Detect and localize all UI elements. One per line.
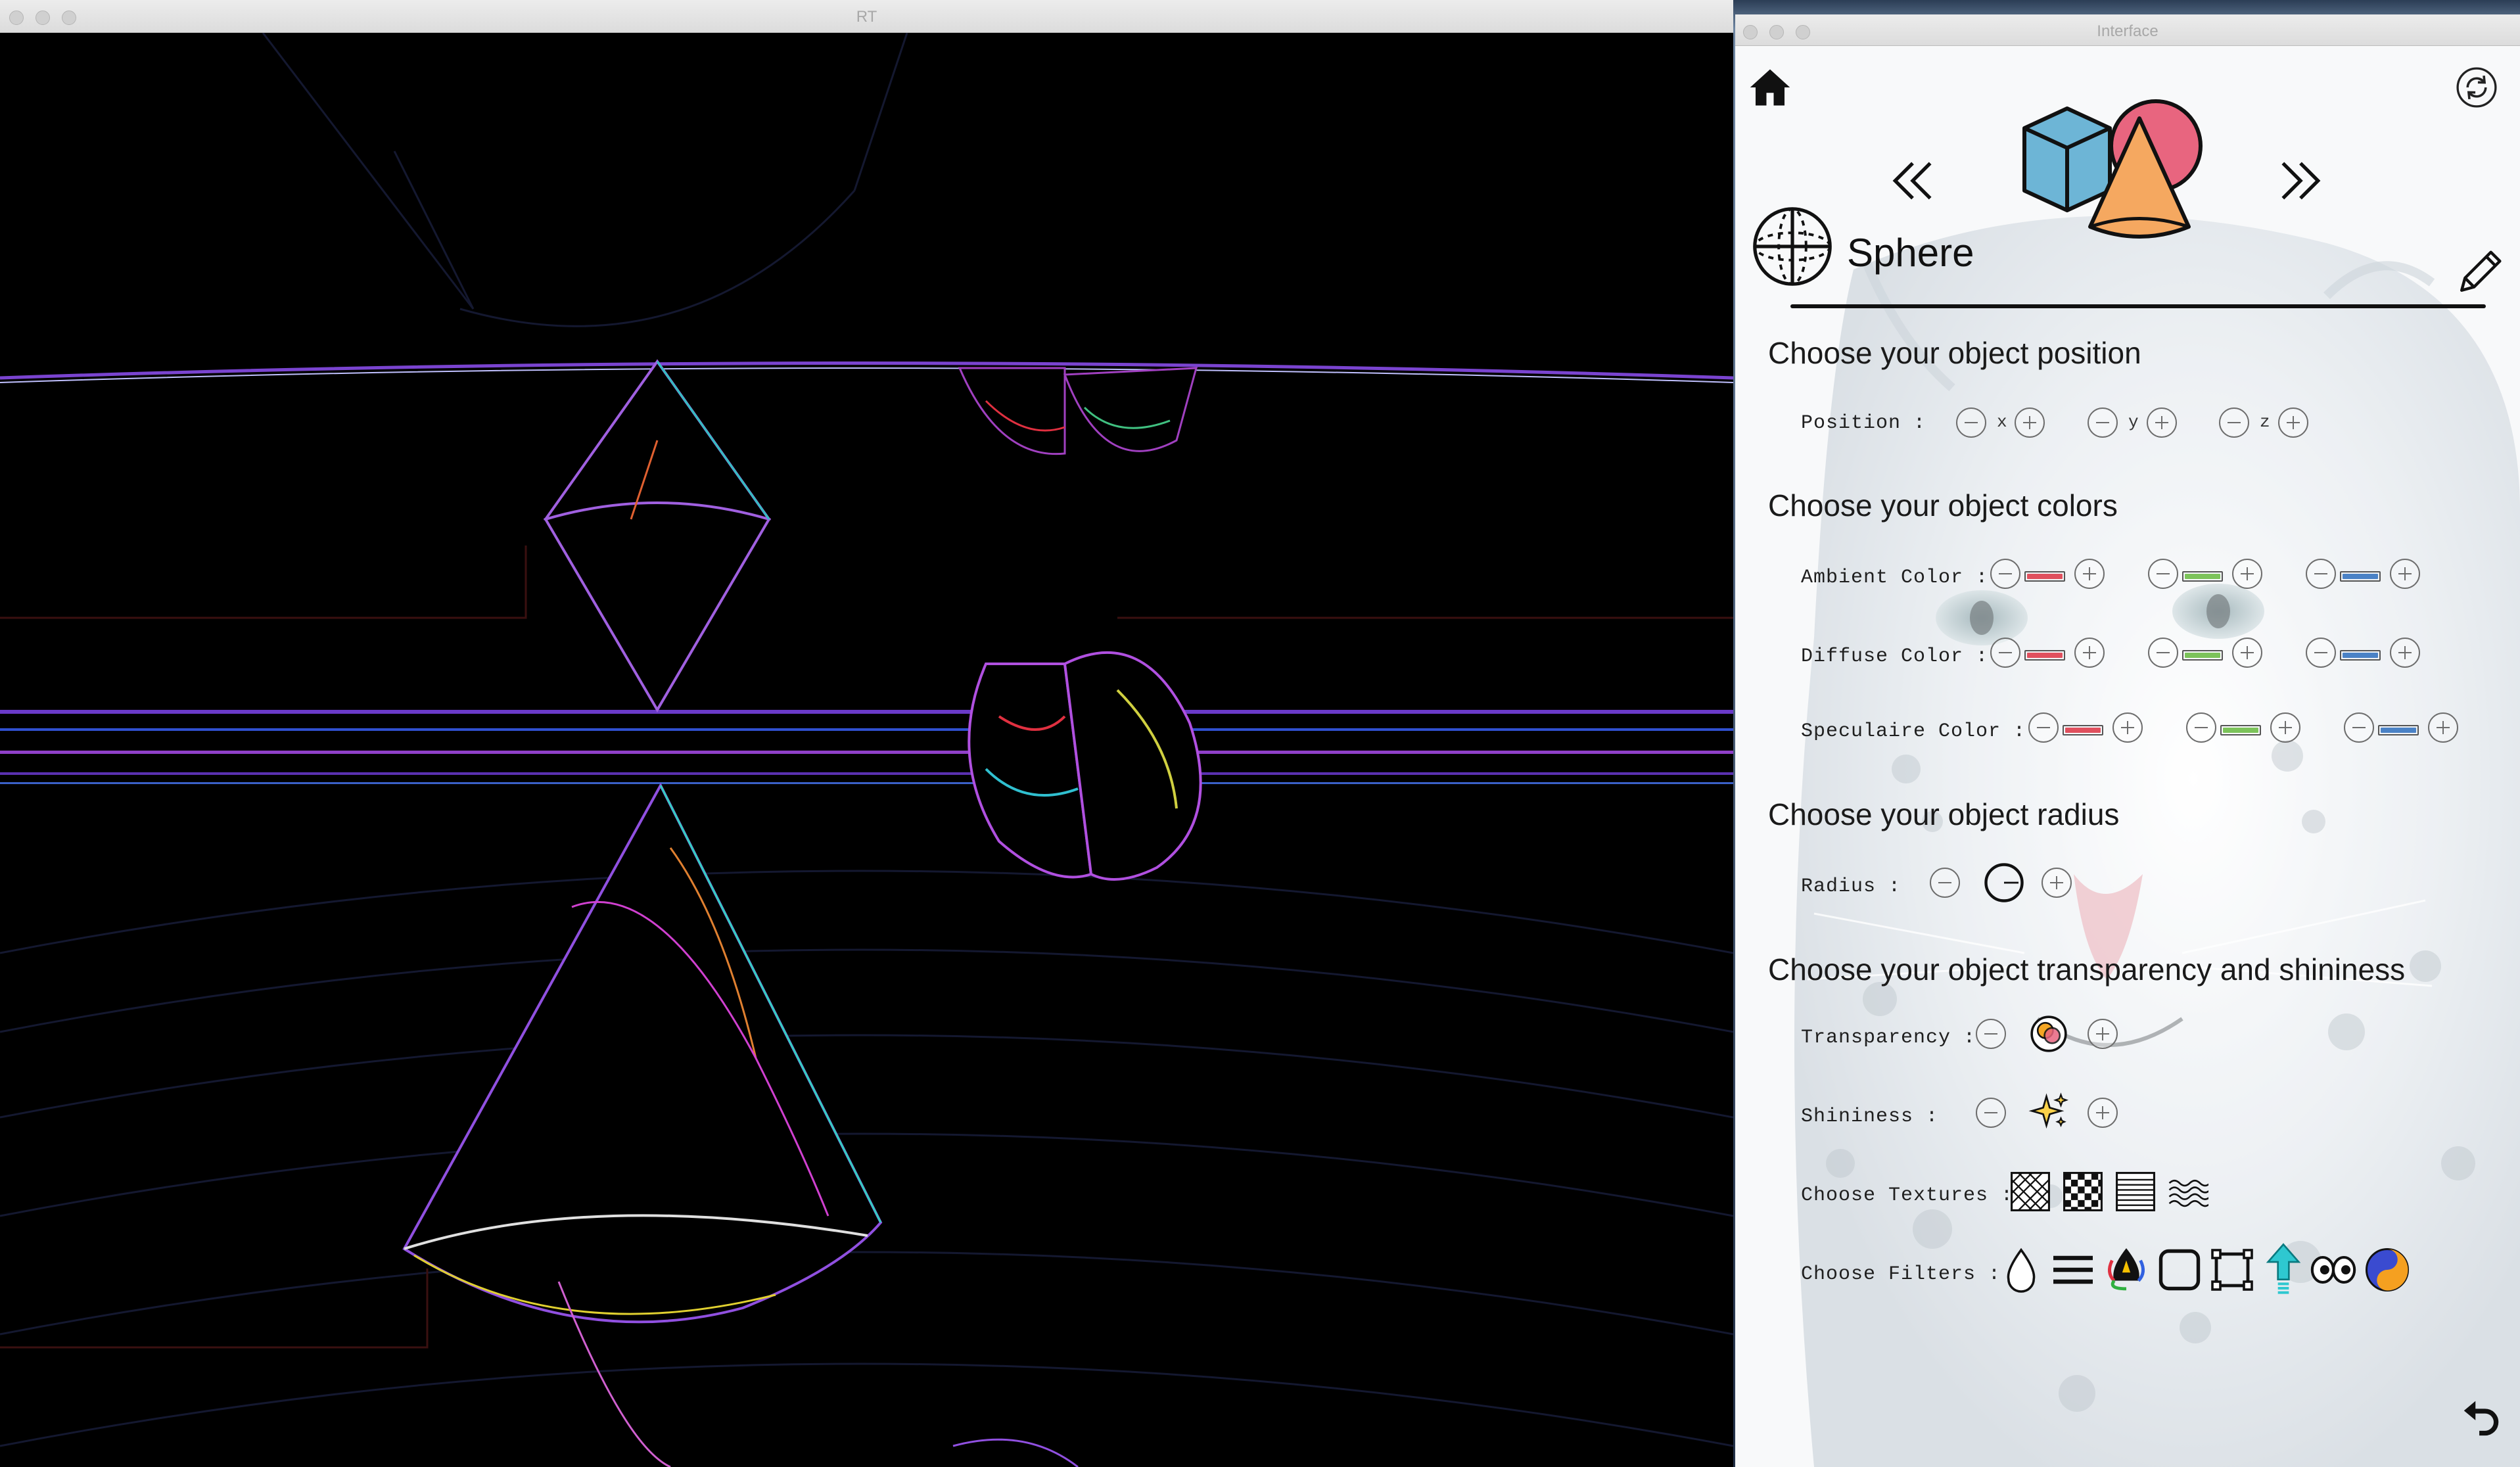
position-z-axis: z bbox=[2260, 412, 2270, 432]
section-title-position: Choose your object position bbox=[1768, 336, 2141, 370]
desktop: RT Interface Sphere Choose your object p… bbox=[0, 0, 2520, 1467]
rail-middle bbox=[0, 710, 1733, 784]
speculaire-blue-bar bbox=[2378, 725, 2419, 735]
diffuse-red-minus-button[interactable] bbox=[1990, 638, 2020, 668]
pencil-icon[interactable] bbox=[2455, 243, 2509, 297]
ambient-blue-bar bbox=[2340, 571, 2381, 582]
ambient-green-plus-button[interactable] bbox=[2232, 559, 2262, 589]
speculaire-blue-minus-button[interactable] bbox=[2344, 712, 2374, 743]
lines-filter-icon[interactable] bbox=[2049, 1246, 2097, 1293]
radius-circle-icon bbox=[1984, 863, 2024, 902]
diffuse-red-bar bbox=[2024, 650, 2065, 661]
diffuse-green-bar bbox=[2182, 650, 2223, 661]
transparency-plus-button[interactable] bbox=[2088, 1019, 2118, 1049]
position-x-plus-button[interactable] bbox=[2015, 408, 2045, 438]
position-z-minus-button[interactable] bbox=[2219, 408, 2249, 438]
interface-titlebar[interactable]: Interface bbox=[1735, 14, 2520, 46]
position-x-axis: x bbox=[1997, 412, 2007, 432]
ambient-blue-plus-button[interactable] bbox=[2390, 559, 2420, 589]
speculaire-green-minus-button[interactable] bbox=[2186, 712, 2216, 743]
upper-hemispheres bbox=[958, 367, 1198, 455]
render-window[interactable]: RT bbox=[0, 0, 1733, 1467]
center-hemispheres bbox=[968, 651, 1202, 881]
section-title-colors: Choose your object colors bbox=[1768, 488, 2118, 523]
sparkles-icon bbox=[2028, 1092, 2068, 1129]
ambient-red-minus-button[interactable] bbox=[1990, 559, 2020, 589]
diffuse-red-plus-button[interactable] bbox=[2074, 638, 2105, 668]
cube-sphere-cone-icon[interactable] bbox=[2018, 92, 2208, 243]
speculaire-green-plus-button[interactable] bbox=[2270, 712, 2300, 743]
section-title-radius: Choose your object radius bbox=[1768, 797, 2120, 831]
ambient-blue-minus-button[interactable] bbox=[2306, 559, 2336, 589]
interface-content: Sphere Choose your object position Posit… bbox=[1735, 46, 2520, 1467]
raytrace-render[interactable] bbox=[0, 33, 1733, 1467]
position-x-minus-button[interactable] bbox=[1956, 408, 1986, 438]
speculaire-blue-plus-button[interactable] bbox=[2428, 712, 2458, 743]
radius-minus-button[interactable] bbox=[1930, 868, 1960, 898]
ambient-red-plus-button[interactable] bbox=[2074, 559, 2105, 589]
speculaire-red-minus-button[interactable] bbox=[2028, 712, 2059, 743]
rgb-filter-icon[interactable] bbox=[2102, 1244, 2151, 1293]
wave-texture-icon[interactable] bbox=[2168, 1171, 2208, 1212]
position-y-axis: y bbox=[2128, 412, 2139, 432]
speculaire-green-bar bbox=[2220, 725, 2261, 735]
ambient-green-minus-button[interactable] bbox=[2148, 559, 2178, 589]
textures-label: Choose Textures : bbox=[1801, 1184, 2014, 1207]
diffuse-blue-bar bbox=[2340, 650, 2381, 661]
diffuse-green-plus-button[interactable] bbox=[2232, 638, 2262, 668]
interface-window-title: Interface bbox=[2097, 22, 2158, 40]
diffuse-color-label: Diffuse Color : bbox=[1801, 645, 1989, 668]
radius-label: Radius : bbox=[1801, 875, 1902, 898]
drop-filter-icon[interactable] bbox=[1999, 1246, 2043, 1293]
home-icon[interactable] bbox=[1748, 66, 1792, 109]
square-filter-icon[interactable] bbox=[2156, 1246, 2203, 1293]
transparency-label: Transparency : bbox=[1801, 1027, 1976, 1049]
diffuse-green-minus-button[interactable] bbox=[2148, 638, 2178, 668]
object-name-underline bbox=[1790, 304, 2486, 308]
object-name: Sphere bbox=[1847, 231, 1974, 275]
upper-cone bbox=[543, 359, 772, 712]
shininess-minus-button[interactable] bbox=[1976, 1098, 2006, 1128]
transparency-icon bbox=[2030, 1015, 2067, 1052]
render-titlebar[interactable]: RT bbox=[0, 0, 1733, 33]
yin-yang-filter-icon[interactable] bbox=[2364, 1246, 2411, 1293]
speculaire-red-plus-button[interactable] bbox=[2112, 712, 2143, 743]
diffuse-blue-plus-button[interactable] bbox=[2390, 638, 2420, 668]
section-title-transparency: Choose your object transparency and shin… bbox=[1768, 952, 2406, 987]
speculaire-red-bar bbox=[2063, 725, 2103, 735]
double-chevron-left-icon[interactable] bbox=[1886, 154, 1939, 207]
shininess-label: Shininess : bbox=[1801, 1106, 1939, 1128]
interface-panel: Sphere Choose your object position Posit… bbox=[1735, 46, 2520, 1467]
double-chevron-right-icon[interactable] bbox=[2274, 154, 2327, 207]
crop-filter-icon[interactable] bbox=[2208, 1246, 2256, 1293]
position-y-plus-button[interactable] bbox=[2147, 408, 2177, 438]
diffuse-blue-minus-button[interactable] bbox=[2306, 638, 2336, 668]
ambient-green-bar bbox=[2182, 571, 2223, 582]
render-window-title: RT bbox=[856, 8, 877, 26]
refresh-icon[interactable] bbox=[2455, 66, 2498, 109]
position-z-plus-button[interactable] bbox=[2278, 408, 2308, 438]
radius-plus-button[interactable] bbox=[2042, 868, 2072, 898]
undo-arrow-icon[interactable] bbox=[2458, 1393, 2504, 1439]
ambient-color-label: Ambient Color : bbox=[1801, 567, 1989, 589]
transparency-minus-button[interactable] bbox=[1976, 1019, 2006, 1049]
stereo-filter-icon[interactable] bbox=[2308, 1246, 2358, 1293]
checkerboard-texture-icon[interactable] bbox=[2063, 1171, 2103, 1212]
arrow-up-filter-icon[interactable] bbox=[2264, 1242, 2303, 1295]
position-label: Position : bbox=[1801, 412, 1926, 434]
ambient-red-bar bbox=[2024, 571, 2065, 582]
sphere-wireframe-icon[interactable] bbox=[1750, 204, 1835, 289]
position-y-minus-button[interactable] bbox=[2088, 408, 2118, 438]
shininess-plus-button[interactable] bbox=[2088, 1098, 2118, 1128]
interface-window[interactable]: Interface Sphere Choose your object posi… bbox=[1735, 14, 2520, 1467]
horizontal-lines-texture-icon[interactable] bbox=[2115, 1171, 2156, 1212]
rail-top bbox=[0, 361, 1733, 383]
filters-label: Choose Filters : bbox=[1801, 1263, 2001, 1286]
diagonal-weave-texture-icon[interactable] bbox=[2010, 1171, 2051, 1212]
speculaire-color-label: Speculaire Color : bbox=[1801, 720, 2026, 743]
